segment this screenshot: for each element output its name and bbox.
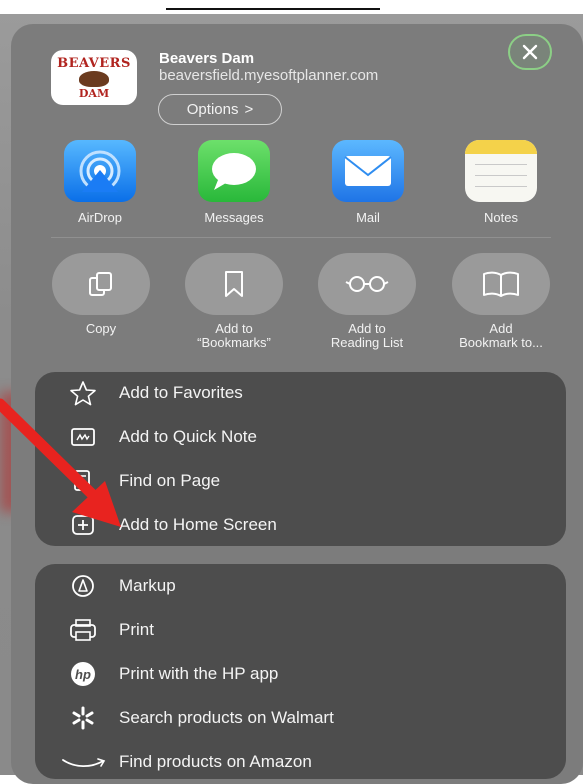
- airdrop-icon: [64, 140, 136, 202]
- menu-item-find-on-page[interactable]: Find on Page: [35, 461, 566, 501]
- menu-item-add-to-quick-note[interactable]: Add to Quick Note: [35, 417, 566, 457]
- copy-icon: [52, 253, 150, 315]
- options-button[interactable]: Options >: [158, 94, 282, 125]
- action-label: Add: [489, 321, 513, 336]
- menu-item-label: Add to Favorites: [119, 383, 243, 402]
- app-messages[interactable]: Messages: [184, 140, 284, 225]
- close-icon: [522, 44, 538, 60]
- logo-bottom-text: DAM: [78, 86, 110, 100]
- app-label: Mail: [356, 210, 380, 225]
- menu-item-label: Markup: [119, 576, 176, 595]
- section-divider: [51, 237, 551, 238]
- menu-item-add-to-favorites[interactable]: Add to Favorites: [35, 373, 566, 413]
- app-label: AirDrop: [77, 210, 123, 225]
- site-url: beaversfield.myesoftplanner.com: [159, 67, 379, 84]
- menu-item-label: Find on Page: [119, 471, 221, 490]
- action-label: Copy: [85, 321, 117, 336]
- menu-item-label: Print: [119, 620, 154, 639]
- action-label: Add to: [348, 321, 386, 336]
- menu-group-favorites: Add to Favorites Add to Quick Note Find …: [35, 372, 566, 546]
- add-square-icon: [68, 510, 98, 540]
- action-label-2: Reading List: [330, 335, 404, 350]
- app-label: Messages: [204, 210, 264, 225]
- site-title: Beavers Dam: [159, 50, 255, 67]
- app-mail[interactable]: Mail: [318, 140, 418, 225]
- top-underline: [166, 0, 380, 10]
- walmart-spark-icon: [68, 703, 98, 733]
- printer-icon: [68, 615, 98, 645]
- menu-item-markup[interactable]: Markup: [35, 566, 566, 606]
- action-add-to-bookmarks[interactable]: Add to “Bookmarks”: [174, 253, 294, 350]
- app-airdrop[interactable]: AirDrop: [50, 140, 150, 225]
- menu-item-search-walmart[interactable]: Search products on Walmart: [35, 698, 566, 738]
- star-icon: [68, 378, 98, 408]
- action-label-2: “Bookmarks”: [197, 335, 271, 350]
- notes-icon: [465, 140, 537, 202]
- menu-item-label: Add to Quick Note: [119, 427, 257, 446]
- app-notes[interactable]: Notes: [451, 140, 551, 225]
- action-copy[interactable]: Copy: [41, 253, 161, 336]
- amazon-smile-icon: [61, 747, 107, 777]
- menu-item-find-amazon[interactable]: Find products on Amazon: [35, 742, 566, 782]
- menu-item-label: Search products on Walmart: [119, 708, 334, 727]
- action-label: Add to: [215, 321, 253, 336]
- menu-item-label: Print with the HP app: [119, 664, 279, 683]
- menu-item-label: Find products on Amazon: [119, 752, 312, 771]
- menu-item-add-to-home-screen[interactable]: Add to Home Screen: [35, 505, 566, 545]
- svg-text:hp: hp: [75, 667, 91, 682]
- logo-top-text: BEAVERS: [57, 55, 131, 71]
- menu-item-print-with-hp[interactable]: hp Print with the HP app: [35, 654, 566, 694]
- chevron-right-icon: >: [244, 101, 254, 118]
- action-label-2: Bookmark to...: [459, 335, 543, 350]
- hp-icon: hp: [68, 659, 98, 689]
- action-add-to-reading-list[interactable]: Add to Reading List: [307, 253, 427, 350]
- book-icon: [452, 253, 550, 315]
- markup-icon: [68, 571, 98, 601]
- close-button[interactable]: [508, 34, 552, 70]
- bookmark-icon: [185, 253, 283, 315]
- app-label: Notes: [484, 210, 518, 225]
- messages-icon: [198, 140, 270, 202]
- logo-mascot: [79, 70, 109, 87]
- find-on-page-icon: [68, 466, 98, 496]
- menu-item-label: Add to Home Screen: [119, 515, 277, 534]
- menu-group-actions: Markup Print hp Print with the HP app Se…: [35, 564, 566, 779]
- glasses-icon: [318, 253, 416, 315]
- site-icon: BEAVERS DAM: [51, 50, 137, 105]
- mail-icon: [332, 140, 404, 202]
- menu-item-print[interactable]: Print: [35, 610, 566, 650]
- quick-note-icon: [68, 422, 98, 452]
- options-label: Options: [186, 101, 239, 118]
- action-add-bookmark-to[interactable]: Add Bookmark to...: [441, 253, 561, 350]
